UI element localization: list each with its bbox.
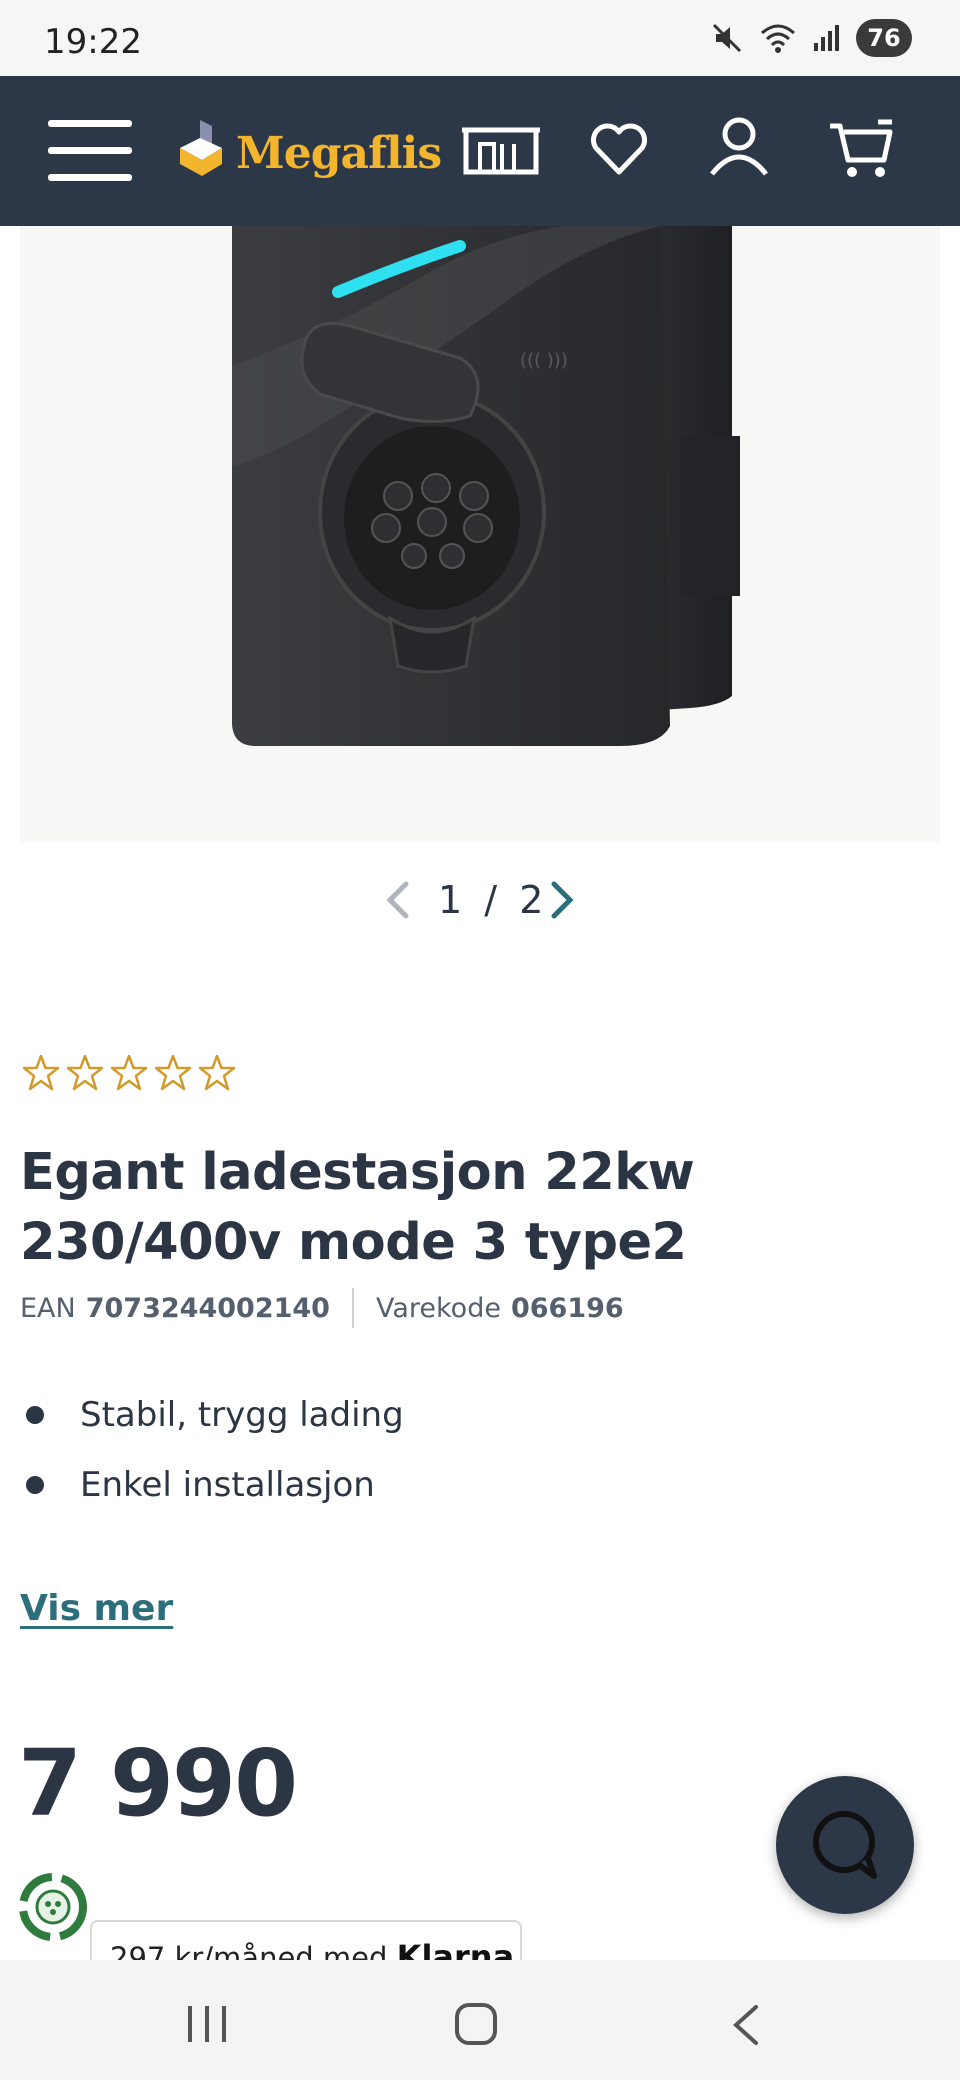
chevron-left-icon[interactable] — [384, 880, 410, 920]
feature-item: Stabil, trygg lading — [20, 1380, 404, 1450]
brand-logo[interactable]: Megaflis — [236, 128, 442, 179]
status-icons: 76 — [710, 18, 912, 58]
star-icon[interactable] — [22, 1054, 60, 1092]
sku-value: 066196 — [510, 1292, 624, 1324]
star-icon[interactable] — [198, 1054, 236, 1092]
signal-icon — [814, 25, 839, 51]
ev-charger-image: ((( ))) — [232, 226, 740, 746]
ean-value: 7073244002140 — [85, 1292, 330, 1324]
feature-text: Stabil, trygg lading — [80, 1395, 404, 1435]
bullet-dot — [26, 1406, 44, 1424]
product-codes: EAN 7073244002140 Varekode 066196 — [20, 1288, 624, 1328]
star-icon[interactable] — [66, 1054, 104, 1092]
system-navigation-bar — [0, 1960, 960, 2080]
recent-apps-icon[interactable] — [186, 2004, 228, 2044]
ean-label: EAN — [20, 1292, 76, 1324]
status-bar: 19:22 76 — [0, 0, 960, 76]
heart-icon[interactable] — [590, 122, 648, 176]
back-icon[interactable] — [730, 2004, 760, 2046]
gallery-current: 1 — [438, 878, 463, 922]
gallery-total: 2 — [519, 878, 544, 922]
product-title-line1: Egant ladestasjon 22kw — [20, 1143, 695, 1202]
status-time: 19:22 — [44, 22, 142, 62]
chevron-right-icon[interactable] — [550, 880, 576, 920]
user-icon[interactable] — [708, 116, 770, 178]
home-icon[interactable] — [454, 2002, 498, 2046]
menu-icon[interactable] — [48, 120, 132, 182]
gallery-counter: 1 / 2 — [438, 878, 543, 922]
feature-item: Enkel installasjon — [20, 1450, 404, 1520]
product-title-line2: 230/400v mode 3 type2 — [20, 1213, 687, 1272]
svg-text:((( ))): ((( ))) — [520, 350, 568, 371]
cart-icon[interactable] — [828, 118, 894, 180]
wifi-icon — [761, 24, 795, 53]
chat-button[interactable] — [776, 1776, 914, 1914]
codes-divider — [351, 1288, 354, 1328]
site-header: Megaflis — [0, 76, 960, 226]
eco-badge-icon[interactable] — [16, 1870, 90, 1944]
product-price: 7 990 — [18, 1730, 298, 1837]
bullet-dot — [26, 1476, 44, 1494]
mute-icon — [712, 23, 742, 53]
feature-list: Stabil, trygg lading Enkel installasjon — [20, 1380, 404, 1520]
star-icon[interactable] — [110, 1054, 148, 1092]
product-image[interactable]: ((( ))) — [20, 226, 940, 842]
gallery-separator: / — [484, 878, 498, 922]
feature-text: Enkel installasjon — [80, 1465, 375, 1505]
chat-icon — [813, 1811, 877, 1879]
battery-icon: 76 — [856, 19, 912, 57]
logo-icon[interactable] — [178, 118, 228, 178]
rating-stars[interactable] — [22, 1054, 236, 1092]
show-more-link[interactable]: Vis mer — [20, 1588, 173, 1629]
product-title: Egant ladestasjon 22kw 230/400v mode 3 t… — [20, 1138, 920, 1278]
store-icon[interactable] — [462, 126, 540, 176]
sku-label: Varekode — [375, 1292, 501, 1324]
star-icon[interactable] — [154, 1054, 192, 1092]
gallery-pager: 1 / 2 — [0, 876, 960, 926]
